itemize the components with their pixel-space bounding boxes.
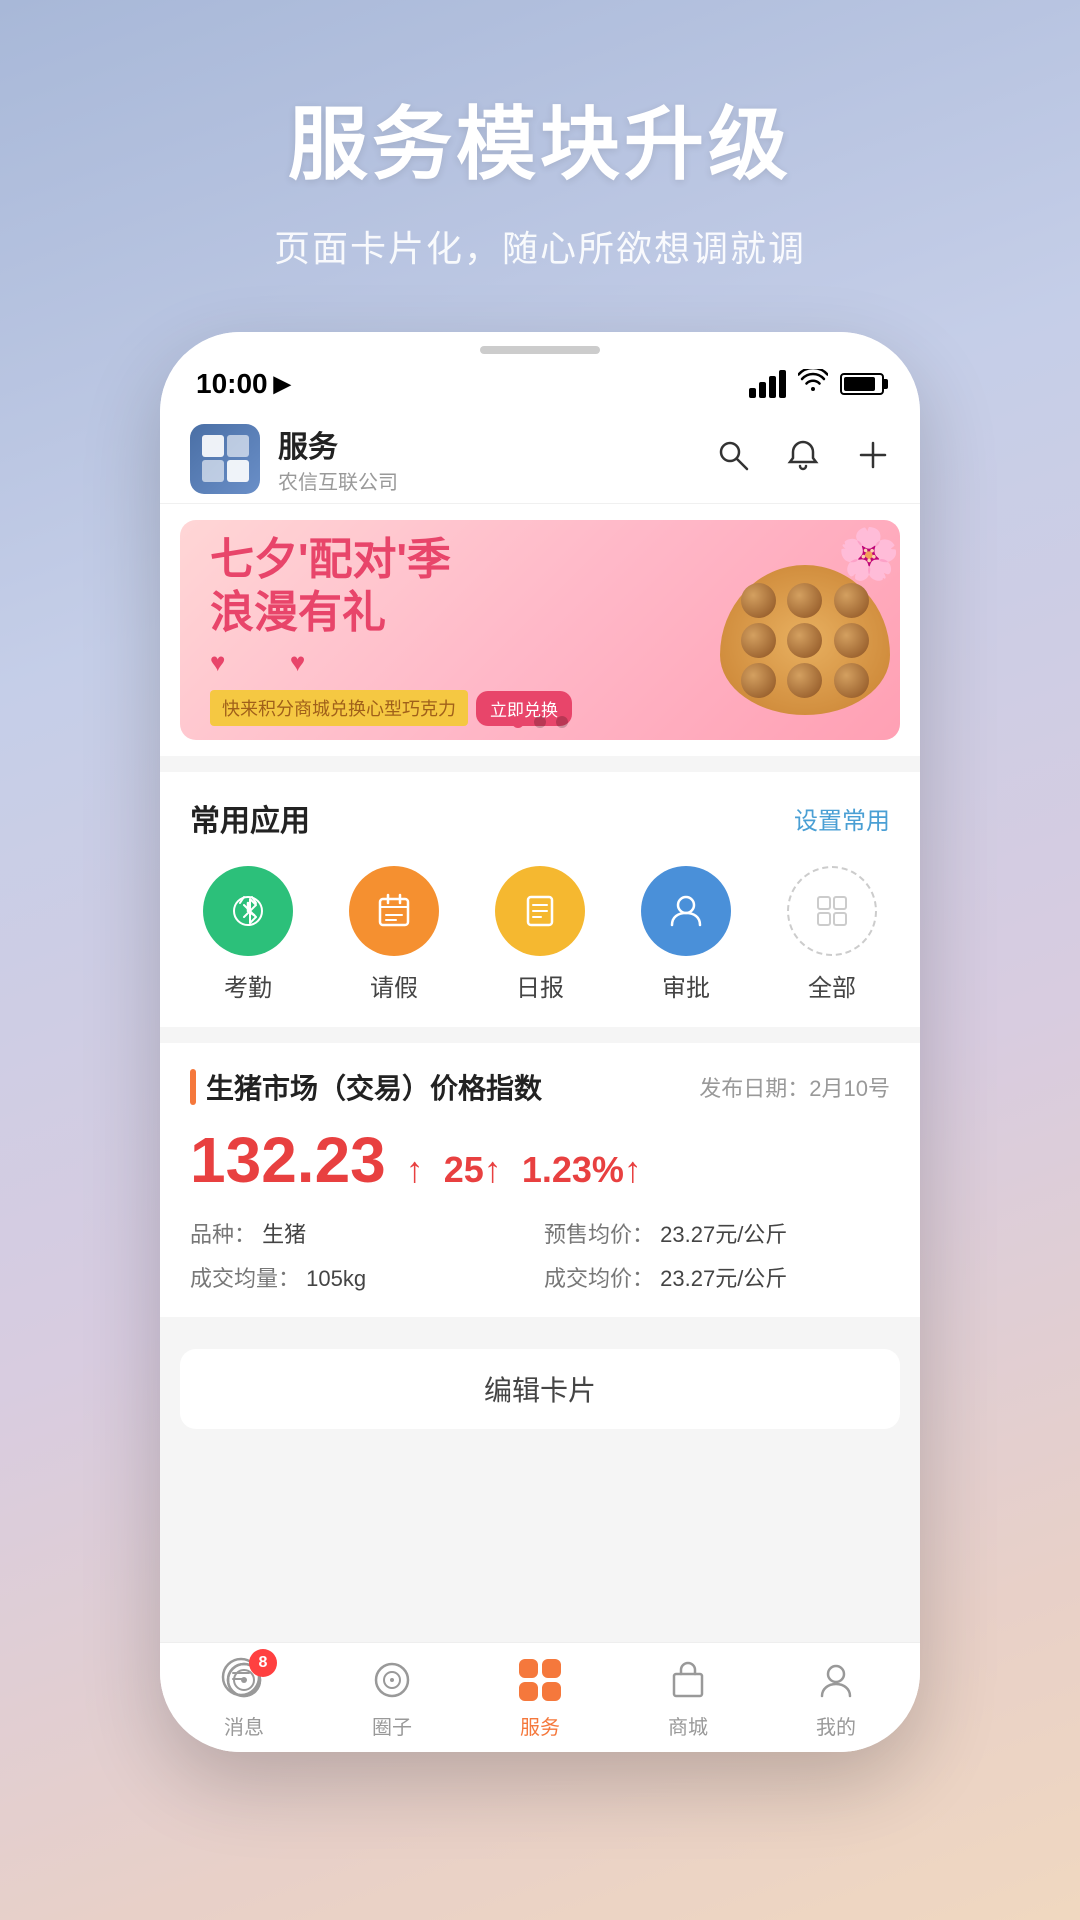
section-title: 常用应用 [190,796,310,840]
shop-label: 商城 [668,1711,708,1740]
app-name-block: 服务 农信互联公司 [278,422,398,495]
phone-content: 七夕'配对'季 浪漫有礼 ♥ ♥ 快来积分商城兑换心型巧克力 立即兑换 [160,504,920,1752]
approval-icon [641,866,731,956]
set-common-action[interactable]: 设置常用 [794,801,890,836]
banner[interactable]: 七夕'配对'季 浪漫有礼 ♥ ♥ 快来积分商城兑换心型巧克力 立即兑换 [180,520,900,740]
banner-title-line2: 浪漫有礼 [210,587,650,640]
bottom-nav: 8 消息 圈子 [160,1642,920,1752]
banner-image: 🌸 [680,530,900,730]
search-icon[interactable] [716,438,750,480]
app-name: 服务 [278,422,398,466]
banner-section: 七夕'配对'季 浪漫有礼 ♥ ♥ 快来积分商城兑换心型巧克力 立即兑换 [160,504,920,756]
all-label: 全部 [808,968,856,1003]
location-icon: ▶ [274,371,291,397]
app-item-leave[interactable]: 请假 [326,866,462,1003]
apps-grid: 考勤 [160,856,920,1027]
banner-text-area: 七夕'配对'季 浪漫有礼 ♥ ♥ 快来积分商城兑换心型巧克力 立即兑换 [180,520,680,740]
nav-item-message[interactable]: 8 消息 [170,1647,318,1748]
service-icon [515,1655,565,1705]
app-logo [190,424,260,494]
status-time: 10:00 ▶ [196,368,291,400]
battery-icon [840,373,884,395]
circle-icon [367,1655,417,1705]
nav-item-mine[interactable]: 我的 [762,1647,910,1748]
bell-icon[interactable] [786,438,820,480]
attendance-icon [203,866,293,956]
app-item-all[interactable]: 全部 [764,866,900,1003]
dot-1 [512,716,524,728]
dot-2 [534,716,546,728]
attendance-label: 考勤 [224,968,272,1003]
mine-label: 我的 [816,1711,856,1740]
app-item-daily[interactable]: 日报 [472,866,608,1003]
app-item-approval[interactable]: 审批 [618,866,754,1003]
phone-mockup: 10:00 ▶ [160,332,920,1752]
variety-detail: 品种： 生猪 [190,1217,536,1249]
market-details: 品种： 生猪 预售均价： 23.27元/公斤 成交均量： 105kg 成交均价：… [190,1217,890,1293]
approval-label: 审批 [662,968,710,1003]
status-icons [749,369,884,400]
page-main-title: 服务模块升级 [0,80,1080,196]
app-header: 服务 农信互联公司 [160,414,920,504]
app-company: 农信互联公司 [278,466,398,495]
scroll-content: 七夕'配对'季 浪漫有礼 ♥ ♥ 快来积分商城兑换心型巧克力 立即兑换 [160,504,920,1752]
banner-dots [512,716,568,728]
edit-card-section: 编辑卡片 [160,1333,920,1445]
nav-item-circle[interactable]: 圈子 [318,1647,466,1748]
market-data-row: 132.23 ↑ 25↑ 1.23%↑ [190,1123,890,1197]
message-badge: 8 [249,1649,277,1677]
add-icon[interactable] [856,438,890,480]
wifi-icon [798,369,828,400]
all-icon [787,866,877,956]
status-bar: 10:00 ▶ [160,354,920,414]
common-apps-section: 常用应用 设置常用 [160,772,920,1027]
circle-label: 圈子 [372,1711,412,1740]
shop-icon [663,1655,713,1705]
nav-item-service[interactable]: 服务 [466,1647,614,1748]
message-icon: 8 [219,1655,269,1705]
message-label: 消息 [224,1711,264,1740]
phone-notch-pill [480,346,600,354]
market-title: 生猪市场（交易）价格指数 [206,1067,542,1107]
market-indicator [190,1069,196,1105]
market-change-value: 25↑ 1.23%↑ [444,1149,642,1191]
daily-label: 日报 [516,968,564,1003]
page-subtitle: 页面卡片化，随心所欲想调就调 [0,220,1080,272]
app-item-attendance[interactable]: 考勤 [180,866,316,1003]
market-date: 发布日期：2月10号 [699,1071,890,1103]
market-card-header: 生猪市场（交易）价格指数 发布日期：2月10号 [190,1067,890,1107]
app-header-right [716,438,890,480]
edit-card-button[interactable]: 编辑卡片 [180,1349,900,1429]
trade-price-detail: 成交均价： 23.27元/公斤 [544,1261,890,1293]
app-header-left: 服务 农信互联公司 [190,422,398,495]
dot-3 [556,716,568,728]
service-label: 服务 [520,1711,560,1740]
presale-price-detail: 预售均价： 23.27元/公斤 [544,1217,890,1249]
banner-subtitle: 快来积分商城兑换心型巧克力 [210,690,468,726]
section-header: 常用应用 设置常用 [160,772,920,856]
nav-item-shop[interactable]: 商城 [614,1647,762,1748]
volume-detail: 成交均量： 105kg [190,1261,536,1293]
banner-title-line1: 七夕'配对'季 [210,534,650,587]
phone-notch-bar [160,332,920,344]
leave-icon [349,866,439,956]
leave-label: 请假 [370,968,418,1003]
daily-icon [495,866,585,956]
market-card: 生猪市场（交易）价格指数 发布日期：2月10号 132.23 ↑ 25↑ 1.2… [160,1043,920,1317]
signal-icon [749,370,786,398]
mine-icon [811,1655,861,1705]
market-price: 132.23 [190,1123,386,1197]
market-up-arrow: ↑ [406,1149,424,1191]
